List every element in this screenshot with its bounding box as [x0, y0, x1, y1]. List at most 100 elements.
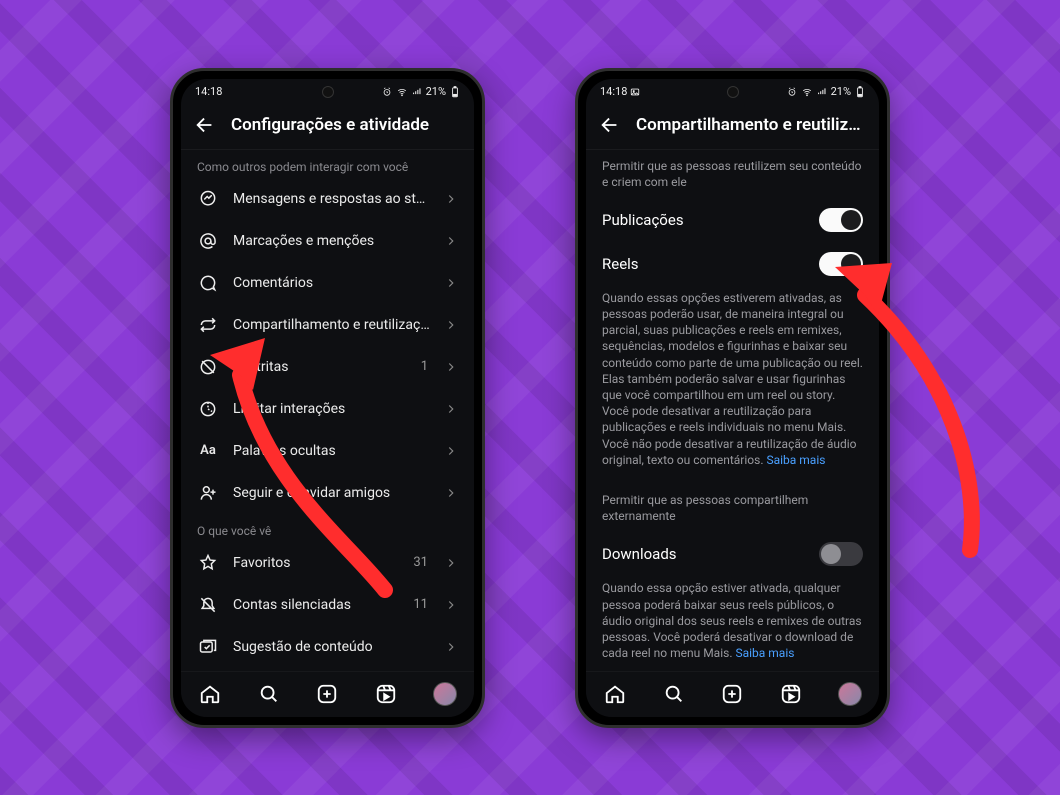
- bottom-nav: [181, 671, 474, 717]
- toggle-label: Downloads: [602, 545, 677, 563]
- settings-list: Como outros podem interagir com você Men…: [181, 150, 474, 717]
- nav-profile[interactable]: [432, 681, 458, 707]
- status-time: 14:18: [600, 85, 640, 98]
- comment-icon: [197, 272, 219, 294]
- section-label-external: Permitir que as pessoas compartilhem ext…: [586, 484, 879, 532]
- row-meta: 1: [421, 359, 428, 374]
- row-comments[interactable]: Comentários: [181, 262, 474, 304]
- learn-more-link[interactable]: Saiba mais: [766, 453, 825, 467]
- row-sharing-reuse[interactable]: Compartilhamento e reutilização: [181, 304, 474, 346]
- page-title: Compartilhamento e reutilizaç...: [636, 115, 867, 135]
- row-restricted[interactable]: Restritas 1: [181, 346, 474, 388]
- status-bar: 14:18 21%: [181, 79, 474, 105]
- back-button[interactable]: [598, 113, 622, 137]
- row-content-suggest[interactable]: Sugestão de conteúdo: [181, 626, 474, 668]
- nav-create[interactable]: [314, 681, 340, 707]
- wifi-icon: [801, 87, 813, 97]
- row-follow-invite[interactable]: Seguir e convidar amigos: [181, 472, 474, 514]
- mute-icon: [197, 594, 219, 616]
- chevron-right-icon: [444, 276, 458, 290]
- chevron-right-icon: [444, 360, 458, 374]
- row-label: Favoritos: [233, 555, 399, 571]
- row-mentions[interactable]: Marcações e menções: [181, 220, 474, 262]
- chevron-right-icon: [444, 192, 458, 206]
- signal-icon: [412, 87, 422, 97]
- row-label: Mensagens e respostas ao story: [233, 191, 430, 207]
- alarm-icon: [787, 87, 797, 97]
- nav-search[interactable]: [256, 681, 282, 707]
- screen-left: 14:18 21% Configurações e atividade Como…: [181, 79, 474, 717]
- status-bar: 14:18 21%: [586, 79, 879, 105]
- switch-on-icon[interactable]: [819, 252, 863, 276]
- learn-more-link[interactable]: Saiba mais: [735, 646, 794, 660]
- chevron-right-icon: [444, 444, 458, 458]
- nav-home[interactable]: [197, 681, 223, 707]
- downloads-description: Quando essa opção estiver ativada, qualq…: [586, 576, 879, 669]
- row-label: Compartilhamento e reutilização: [233, 317, 430, 333]
- switch-off-icon[interactable]: [819, 542, 863, 566]
- chevron-right-icon: [444, 402, 458, 416]
- row-limit[interactable]: Limitar interações: [181, 388, 474, 430]
- row-label: Sugestão de conteúdo: [233, 639, 430, 655]
- row-meta: 11: [413, 597, 428, 612]
- row-hidden-words[interactable]: Aa Palavras ocultas: [181, 430, 474, 472]
- nav-home[interactable]: [602, 681, 628, 707]
- switch-on-icon[interactable]: [819, 208, 863, 232]
- image-badge-icon: [630, 87, 640, 97]
- chevron-right-icon: [444, 486, 458, 500]
- row-label: Marcações e menções: [233, 233, 430, 249]
- star-icon: [197, 552, 219, 574]
- row-muted[interactable]: Contas silenciadas 11: [181, 584, 474, 626]
- chevron-right-icon: [444, 598, 458, 612]
- chevron-right-icon: [444, 640, 458, 654]
- row-label: Seguir e convidar amigos: [233, 485, 430, 501]
- nav-reels[interactable]: [778, 681, 804, 707]
- row-meta: 31: [413, 555, 428, 570]
- phone-frame-right: 14:18 21% Compartilhamento e reutilizaç.…: [575, 68, 890, 728]
- nav-reels[interactable]: [373, 681, 399, 707]
- row-messages[interactable]: Mensagens e respostas ao story: [181, 178, 474, 220]
- aa-icon: Aa: [197, 440, 219, 462]
- header: Compartilhamento e reutilizaç...: [586, 105, 879, 150]
- follow-icon: [197, 482, 219, 504]
- messenger-icon: [197, 188, 219, 210]
- reuse-description: Quando essas opções estiverem ativadas, …: [586, 286, 879, 476]
- at-icon: [197, 230, 219, 252]
- nav-profile[interactable]: [837, 681, 863, 707]
- status-right: 21%: [382, 85, 460, 98]
- alarm-icon: [382, 87, 392, 97]
- share-icon: [197, 314, 219, 336]
- screen-right: 14:18 21% Compartilhamento e reutilizaç.…: [586, 79, 879, 717]
- toggle-downloads[interactable]: Downloads: [586, 532, 879, 576]
- intro-text: Permitir que as pessoas reutilizem seu c…: [586, 150, 879, 198]
- restrict-icon: [197, 356, 219, 378]
- battery-percent: 21%: [831, 85, 851, 98]
- battery-icon: [855, 86, 865, 98]
- row-favorites[interactable]: Favoritos 31: [181, 542, 474, 584]
- section-label-interact: Como outros podem interagir com você: [181, 150, 474, 178]
- status-time: 14:18: [195, 85, 222, 98]
- toggle-label: Publicações: [602, 211, 684, 229]
- toggle-label: Reels: [602, 255, 639, 273]
- phone-frame-left: 14:18 21% Configurações e atividade Como…: [170, 68, 485, 728]
- battery-percent: 21%: [426, 85, 446, 98]
- battery-icon: [450, 86, 460, 98]
- avatar-icon: [838, 682, 862, 706]
- header: Configurações e atividade: [181, 105, 474, 150]
- section-label-yousee: O que você vê: [181, 514, 474, 542]
- row-label: Limitar interações: [233, 401, 430, 417]
- nav-search[interactable]: [661, 681, 687, 707]
- bottom-nav: [586, 671, 879, 717]
- row-label: Restritas: [233, 359, 407, 375]
- limit-icon: [197, 398, 219, 420]
- toggle-reels[interactable]: Reels: [586, 242, 879, 286]
- row-label: Comentários: [233, 275, 430, 291]
- suggest-icon: [197, 636, 219, 658]
- back-button[interactable]: [193, 113, 217, 137]
- avatar-icon: [433, 682, 457, 706]
- nav-create[interactable]: [719, 681, 745, 707]
- chevron-right-icon: [444, 556, 458, 570]
- toggle-posts[interactable]: Publicações: [586, 198, 879, 242]
- signal-icon: [817, 87, 827, 97]
- status-right: 21%: [787, 85, 865, 98]
